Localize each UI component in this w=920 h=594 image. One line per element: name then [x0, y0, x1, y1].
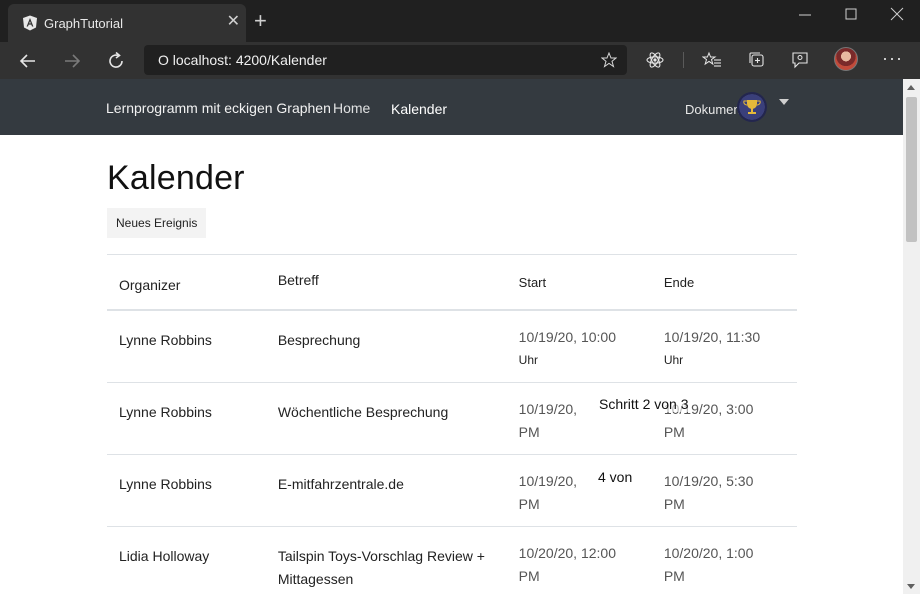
- cell-start-line2: PM: [518, 495, 540, 512]
- table-row[interactable]: Lidia Holloway Tailspin Toys-Vorschlag R…: [107, 526, 797, 594]
- angular-icon: [23, 15, 37, 31]
- cell-subject-line2: Mittagessen: [277, 570, 354, 587]
- cell-organizer: Lynne Robbins: [107, 310, 266, 383]
- table-row[interactable]: Lynne Robbins Wöchentliche Besprechung 1…: [107, 382, 797, 455]
- browser-profile-avatar[interactable]: [834, 47, 858, 71]
- maximize-icon[interactable]: [836, 6, 866, 24]
- cell-start-line2: Uhr: [518, 353, 539, 367]
- navbar-brand[interactable]: Lernprogramm mit eckigen Graphen: [106, 100, 331, 116]
- minimize-icon[interactable]: [790, 6, 820, 24]
- cell-end-line2: PM: [663, 423, 685, 440]
- cell-end: 10/19/20, 5:30 PM: [651, 454, 797, 527]
- browser-tab-strip: GraphTutorial ✕ +: [0, 0, 920, 42]
- cell-end-line2: PM: [663, 567, 685, 584]
- cell-end-line1: 10/20/20, 1:00: [663, 544, 754, 561]
- step-overlay-text: Schritt 2 von 3: [599, 396, 689, 412]
- cell-end-line1: 10/19/20, 5:30: [663, 472, 754, 489]
- cell-end: 10/20/20, 1:00 PM: [651, 526, 797, 594]
- collections-icon[interactable]: [747, 50, 767, 70]
- cell-organizer: Lynne Robbins: [107, 382, 266, 455]
- cell-subject: Wöchentliche Besprechung: [265, 382, 507, 455]
- table-header-row: Organizer Betreff Start Ende: [107, 254, 797, 311]
- table-row[interactable]: Lynne Robbins Besprechung 10/19/20, 10:0…: [107, 310, 797, 383]
- cell-organizer: Lidia Holloway: [107, 526, 266, 594]
- user-avatar[interactable]: [737, 92, 767, 122]
- scroll-up-arrow-icon[interactable]: [907, 85, 915, 90]
- cell-subject-line1: Tailspin Toys-Vorschlag Review +: [277, 547, 485, 564]
- trophy-icon: [743, 100, 761, 114]
- user-dropdown-caret-icon[interactable]: [779, 99, 789, 105]
- cell-start-line1: 10/20/20, 12:00: [518, 544, 616, 561]
- tab-title: GraphTutorial: [44, 16, 123, 31]
- new-event-button[interactable]: Neues Ereignis: [107, 208, 207, 238]
- cell-start: 10/19/20, 10:00 Uhr: [506, 310, 652, 383]
- new-tab-icon[interactable]: +: [254, 10, 267, 32]
- vertical-scrollbar[interactable]: [903, 79, 920, 594]
- cell-organizer: Lynne Robbins: [107, 454, 266, 527]
- header-end: Ende: [651, 254, 797, 311]
- back-arrow-icon[interactable]: [16, 49, 40, 73]
- browser-tab[interactable]: GraphTutorial ✕: [8, 4, 246, 42]
- cell-start-line2: PM: [518, 423, 540, 440]
- step-overlay-text-2: 4 von: [598, 469, 633, 485]
- react-devtools-icon[interactable]: [645, 50, 665, 70]
- cell-subject: Besprechung: [265, 310, 507, 383]
- table-row[interactable]: Lynne Robbins E-mitfahrzentrale.de 10/19…: [107, 454, 797, 527]
- toolbar-separator: [683, 52, 684, 68]
- feedback-icon[interactable]: [790, 50, 810, 70]
- cell-end: 10/19/20, 11:30 Uhr: [651, 310, 797, 383]
- scroll-thumb[interactable]: [906, 97, 917, 242]
- page-title: Kalender: [107, 159, 245, 197]
- more-options-icon[interactable]: ···: [882, 48, 903, 69]
- scroll-down-arrow-icon[interactable]: [907, 584, 915, 589]
- nav-link-calendar[interactable]: Kalender: [391, 101, 447, 117]
- header-start: Start: [506, 254, 652, 311]
- favorites-icon[interactable]: [702, 50, 722, 70]
- forward-arrow-icon[interactable]: [60, 49, 84, 73]
- tab-close-icon[interactable]: ✕: [227, 14, 240, 30]
- cell-end-line2: Uhr: [663, 353, 684, 367]
- app-navbar: Lernprogramm mit eckigen Graphen Home Ka…: [0, 79, 903, 135]
- cell-start-line2: PM: [518, 567, 540, 584]
- refresh-icon[interactable]: [104, 49, 128, 73]
- cell-end: 10/19/20, 3:00 PM: [651, 382, 797, 455]
- cell-start-line1: 10/19/20, 10:00: [518, 329, 616, 345]
- cell-start: 10/20/20, 12:00 PM: [506, 526, 652, 594]
- browser-toolbar: O localhost: 4200/Kalender ···: [0, 42, 920, 79]
- header-subject: Betreff: [265, 254, 507, 311]
- cell-subject: E-mitfahrzentrale.de: [265, 454, 507, 527]
- events-table: Organizer Betreff Start Ende Lynne Robbi…: [107, 254, 797, 594]
- address-bar[interactable]: O localhost: 4200/Kalender: [144, 45, 627, 75]
- header-organizer: Organizer: [107, 254, 266, 311]
- cell-subject: Tailspin Toys-Vorschlag Review + Mittage…: [265, 526, 507, 594]
- window-close-icon[interactable]: [882, 6, 912, 24]
- url-text: O localhost: 4200/Kalender: [158, 52, 327, 68]
- cell-start: 10/19/20, PM: [506, 454, 652, 527]
- cell-start: 10/19/20, PM: [506, 382, 652, 455]
- web-page: Lernprogramm mit eckigen Graphen Home Ka…: [0, 79, 903, 594]
- favorite-star-icon[interactable]: [601, 52, 617, 68]
- nav-link-home[interactable]: Home: [333, 100, 370, 116]
- cell-end-line2: PM: [663, 495, 685, 512]
- cell-end-line1: 10/19/20, 11:30: [663, 329, 761, 345]
